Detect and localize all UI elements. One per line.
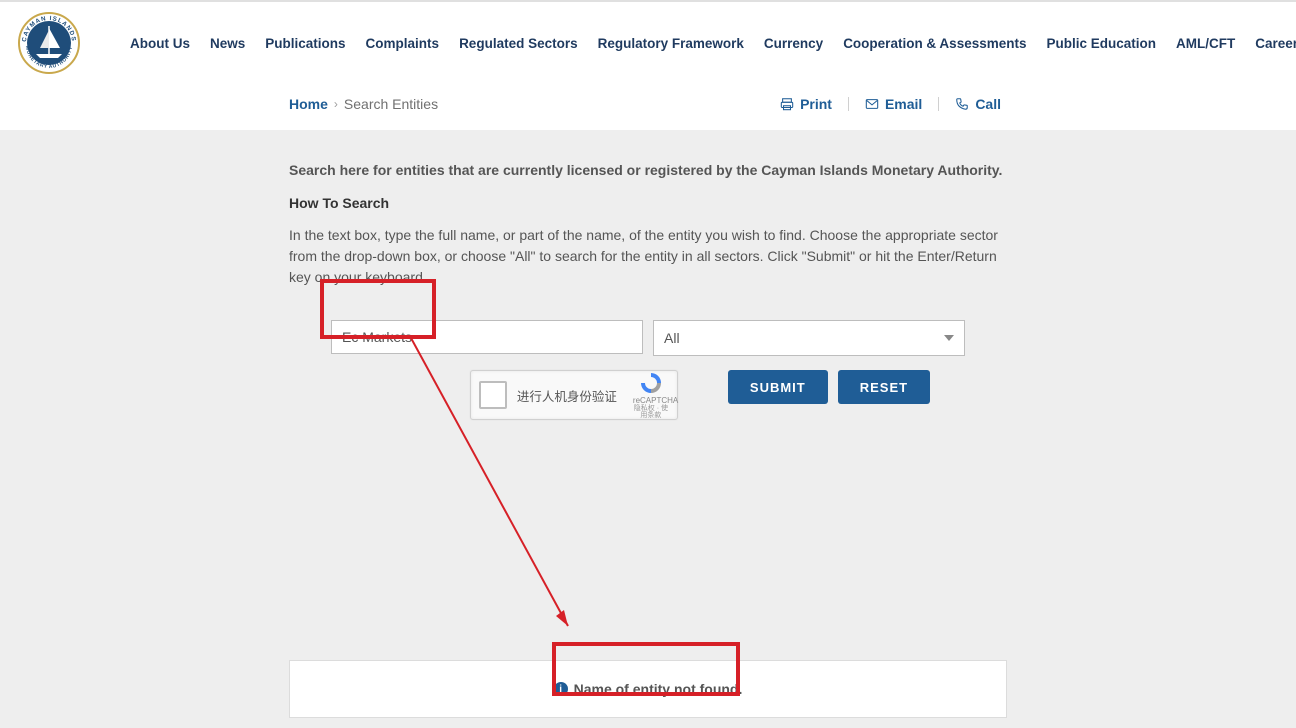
email-label: Email bbox=[885, 96, 922, 112]
call-button[interactable]: Call bbox=[949, 96, 1007, 112]
howto-text: In the text box, type the full name, or … bbox=[289, 225, 1007, 288]
print-icon bbox=[780, 97, 794, 111]
nav-aml-cft[interactable]: AML/CFT bbox=[1166, 28, 1245, 59]
nav-currency[interactable]: Currency bbox=[754, 28, 833, 59]
result-text: Name of entity not found. bbox=[574, 681, 743, 697]
site-logo[interactable]: CAYMAN ISLANDS MONETARY AUTHORITY bbox=[14, 8, 84, 78]
utility-row: Home › Search Entities Print Email Call bbox=[0, 84, 1296, 130]
search-form-row2: 进行人机身份验证 reCAPTCHA 隐私权 · 使用条款 SUBMIT RES… bbox=[289, 370, 1007, 420]
sector-selected-value: All bbox=[664, 330, 680, 346]
breadcrumb-home[interactable]: Home bbox=[289, 96, 328, 112]
reset-button[interactable]: RESET bbox=[838, 370, 930, 404]
main-nav: About Us News Publications Complaints Re… bbox=[120, 28, 1296, 59]
phone-icon bbox=[955, 97, 969, 111]
chevron-right-icon: › bbox=[334, 97, 338, 111]
breadcrumb-current: Search Entities bbox=[344, 96, 438, 112]
nav-regulatory-framework[interactable]: Regulatory Framework bbox=[588, 28, 754, 59]
email-icon bbox=[865, 97, 879, 111]
call-label: Call bbox=[975, 96, 1001, 112]
entity-name-input[interactable] bbox=[331, 320, 643, 354]
nav-careers[interactable]: Careers bbox=[1245, 28, 1296, 59]
submit-button[interactable]: SUBMIT bbox=[728, 370, 828, 404]
chevron-down-icon bbox=[944, 335, 954, 341]
nav-cooperation[interactable]: Cooperation & Assessments bbox=[833, 28, 1036, 59]
sector-dropdown[interactable]: All bbox=[653, 320, 965, 356]
search-form-row: All bbox=[289, 320, 1007, 356]
result-message: i Name of entity not found. bbox=[289, 660, 1007, 718]
recaptcha-label: 进行人机身份验证 bbox=[517, 386, 633, 405]
print-label: Print bbox=[800, 96, 832, 112]
nav-news[interactable]: News bbox=[200, 28, 255, 59]
content-area: Search here for entities that are curren… bbox=[0, 130, 1296, 728]
nav-publications[interactable]: Publications bbox=[255, 28, 355, 59]
recaptcha-widget[interactable]: 进行人机身份验证 reCAPTCHA 隐私权 · 使用条款 bbox=[470, 370, 678, 420]
separator bbox=[938, 97, 939, 111]
nav-regulated-sectors[interactable]: Regulated Sectors bbox=[449, 28, 588, 59]
nav-public-education[interactable]: Public Education bbox=[1037, 28, 1167, 59]
recaptcha-checkbox[interactable] bbox=[479, 381, 507, 409]
howto-heading: How To Search bbox=[289, 195, 1007, 211]
recaptcha-logo: reCAPTCHA 隐私权 · 使用条款 bbox=[633, 371, 669, 419]
site-header: CAYMAN ISLANDS MONETARY AUTHORITY About … bbox=[0, 2, 1296, 84]
intro-text: Search here for entities that are curren… bbox=[289, 160, 1007, 181]
breadcrumb: Home › Search Entities bbox=[289, 96, 438, 112]
info-icon: i bbox=[554, 682, 568, 696]
nav-about-us[interactable]: About Us bbox=[120, 28, 200, 59]
email-button[interactable]: Email bbox=[859, 96, 928, 112]
separator bbox=[848, 97, 849, 111]
nav-complaints[interactable]: Complaints bbox=[356, 28, 450, 59]
print-button[interactable]: Print bbox=[774, 96, 838, 112]
